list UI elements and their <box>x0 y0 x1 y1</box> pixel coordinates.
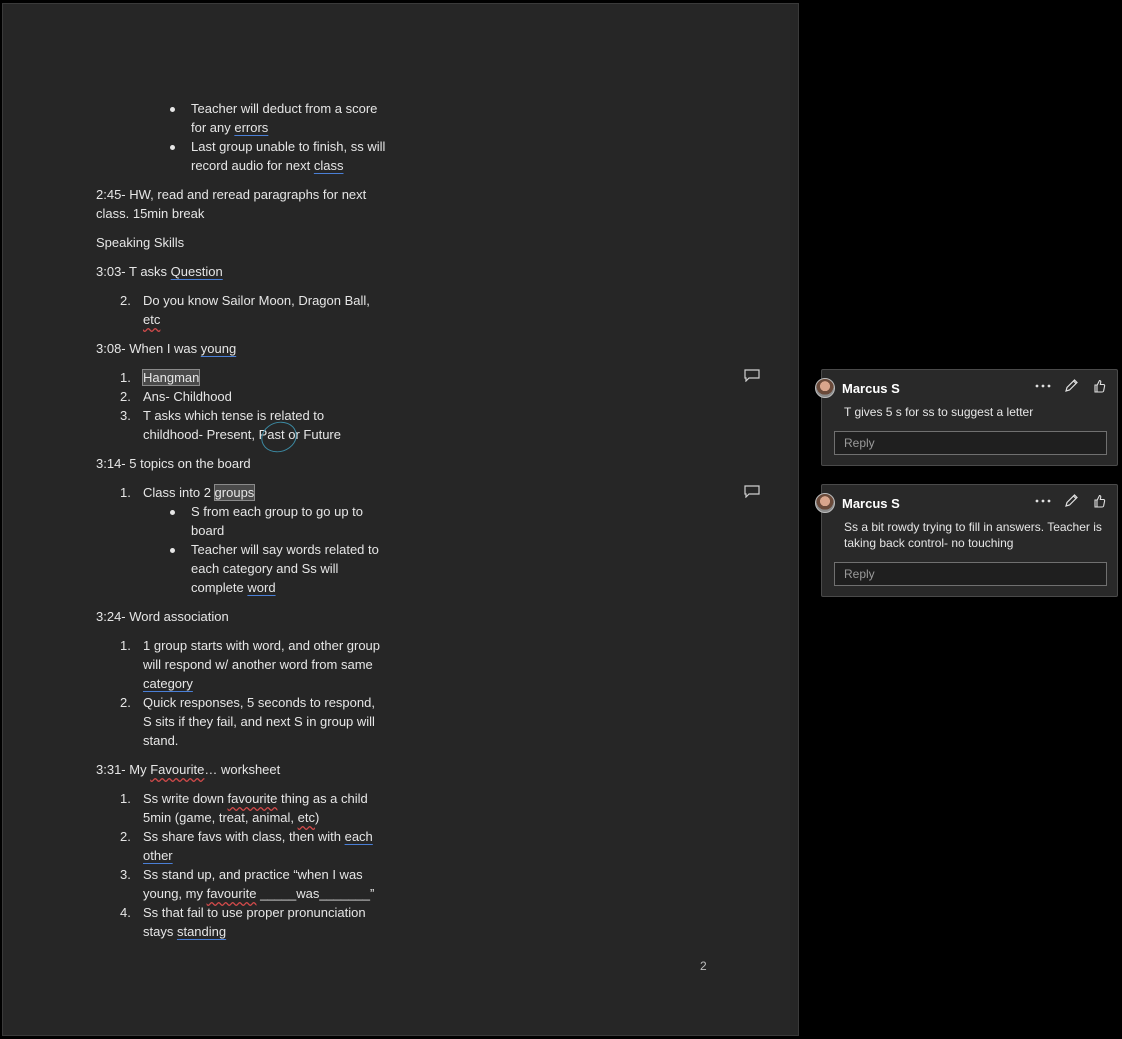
spelling-flag[interactable]: errors <box>234 120 268 135</box>
spelling-error[interactable]: favourite <box>207 886 257 901</box>
like-thumb-icon[interactable] <box>1091 378 1107 394</box>
list-item: 2. Quick responses, 5 seconds to respond… <box>120 695 375 748</box>
list-item: S from each group to go up to board <box>170 504 363 538</box>
paragraph-topics: 3:14- 5 topics on the board <box>96 456 251 471</box>
document-body[interactable]: Teacher will deduct from a score for any… <box>96 99 386 951</box>
spelling-flag[interactable]: word <box>247 580 275 595</box>
list-item: 2. Do you know Sailor Moon, Dragon Ball,… <box>120 293 370 327</box>
list-item: 2. Ss share favs with class, then with e… <box>120 829 373 863</box>
page-number: 2 <box>700 959 707 973</box>
like-thumb-icon[interactable] <box>1091 493 1107 509</box>
list-item: Teacher will deduct from a score for any… <box>170 101 378 135</box>
list-item: 1. 1 group starts with word, and other g… <box>120 638 381 691</box>
comment-card[interactable]: Marcus S Ss a bit rowdy trying to fill i… <box>815 484 1118 597</box>
document-page[interactable]: Teacher will deduct from a score for any… <box>2 3 799 1036</box>
numbered-list-question: 2. Do you know Sailor Moon, Dragon Ball,… <box>96 291 386 329</box>
list-item: Last group unable to finish, ss will rec… <box>170 139 386 173</box>
list-item: 1. Ss write down favourite thing as a ch… <box>120 791 368 825</box>
spelling-flag[interactable]: Question <box>171 264 223 279</box>
numbered-list-association: 1. 1 group starts with word, and other g… <box>96 636 386 750</box>
comment-card[interactable]: Marcus S T gives 5 s for ss to suggest a… <box>815 369 1118 466</box>
comment-author: Marcus S <box>842 496 900 511</box>
comment-actions <box>1035 378 1107 394</box>
paragraph-favourite: 3:31- My Favourite… worksheet <box>96 762 281 777</box>
reply-input[interactable] <box>834 431 1107 455</box>
comment-author: Marcus S <box>842 381 900 396</box>
numbered-list-favourite: 1. Ss write down favourite thing as a ch… <box>96 789 386 941</box>
numbered-list-young: 1. Hangman 2. Ans- Childhood 3. T asks w… <box>96 368 386 444</box>
spelling-flag[interactable]: young <box>201 341 236 356</box>
list-item: 3. Ss stand up, and practice “when I was… <box>120 867 375 901</box>
comment-marker-icon[interactable] <box>744 485 760 498</box>
comment-text: Ss a bit rowdy trying to fill in answers… <box>844 520 1102 550</box>
list-item: Teacher will say words related to each c… <box>170 542 379 595</box>
list-item: 1. Class into 2 groups <box>120 484 256 501</box>
spelling-error[interactable]: etc <box>143 312 160 327</box>
list-item: 4. Ss that fail to use proper pronunciat… <box>120 905 366 939</box>
edit-pencil-icon[interactable] <box>1063 493 1079 509</box>
reply-input[interactable] <box>834 562 1107 586</box>
list-item: 1. Hangman <box>120 369 201 386</box>
comment-actions <box>1035 493 1107 509</box>
paragraph-hw: 2:45- HW, read and reread paragraphs for… <box>96 187 367 221</box>
comment-marker-icon[interactable] <box>744 369 760 382</box>
spelling-error[interactable]: favourite <box>228 791 278 806</box>
list-item: 2. Ans- Childhood <box>120 389 232 404</box>
avatar <box>815 493 835 513</box>
paragraph-word-association: 3:24- Word association <box>96 609 229 624</box>
numbered-list-topics: 1. Class into 2 groups S from each group… <box>96 483 386 597</box>
paragraph-question: 3:03- T asks Question <box>96 264 223 279</box>
commented-text-groups[interactable]: groups <box>213 484 256 501</box>
more-options-icon[interactable] <box>1035 496 1051 506</box>
paragraph-speaking-skills: Speaking Skills <box>96 235 185 250</box>
spelling-flag[interactable]: standing <box>177 924 226 939</box>
list-item: 3. T asks which tense is related to chil… <box>120 408 341 442</box>
comment-text: T gives 5 s for ss to suggest a letter <box>844 405 1034 419</box>
spelling-flag[interactable]: category <box>143 676 193 691</box>
edit-pencil-icon[interactable] <box>1063 378 1079 394</box>
avatar <box>815 378 835 398</box>
bullet-list-top: Teacher will deduct from a score for any… <box>96 99 386 175</box>
spelling-flag[interactable]: class <box>314 158 344 173</box>
spelling-error[interactable]: etc <box>298 810 315 825</box>
more-options-icon[interactable] <box>1035 381 1051 391</box>
spelling-error[interactable]: Favourite <box>150 762 204 777</box>
commented-text-hangman[interactable]: Hangman <box>141 369 201 386</box>
paragraph-young: 3:08- When I was young <box>96 341 237 356</box>
